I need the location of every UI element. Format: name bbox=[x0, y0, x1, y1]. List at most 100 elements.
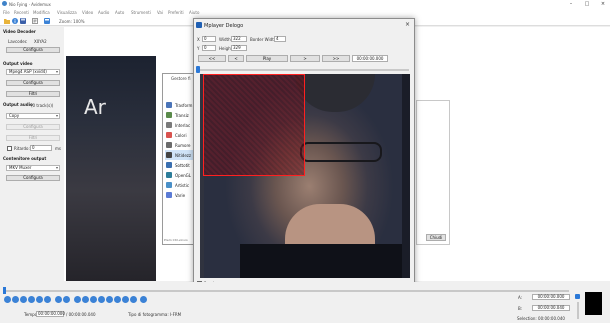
audio-output-title: Output audio bbox=[3, 102, 33, 107]
video-decoder-title: Video Decoder bbox=[3, 29, 36, 34]
transform-icon bbox=[166, 102, 172, 108]
goto-end-icon[interactable] bbox=[82, 296, 89, 303]
menu-audio[interactable]: Audio bbox=[98, 10, 109, 15]
forward-button[interactable]: >> bbox=[322, 55, 350, 62]
delay-checkbox[interactable] bbox=[7, 146, 12, 151]
next-frame-button[interactable]: > bbox=[290, 55, 320, 62]
filter-category-noise[interactable]: Rumore bbox=[165, 140, 195, 150]
calculator-icon[interactable] bbox=[44, 18, 50, 24]
audio-tracks-label: (0 track(s)) bbox=[31, 103, 54, 108]
timeline-thumb[interactable] bbox=[3, 287, 6, 294]
preview-right-edge bbox=[402, 74, 410, 278]
delay-input[interactable]: 0 bbox=[30, 145, 52, 151]
minimize-icon[interactable]: – bbox=[566, 1, 576, 7]
container-select[interactable]: MKV Muxer bbox=[6, 165, 60, 171]
close-icon[interactable]: × bbox=[598, 1, 608, 7]
x-input[interactable]: 0 bbox=[202, 36, 216, 42]
frame-type: Tipo di fotogramma: I-FRM bbox=[128, 312, 182, 317]
audio-codec-select[interactable]: Copy bbox=[6, 113, 60, 119]
menu-recent[interactable]: Recenti bbox=[14, 10, 29, 15]
prev-frame-button[interactable]: < bbox=[228, 55, 244, 62]
rewind-button[interactable]: << bbox=[198, 55, 226, 62]
filter-category-misc[interactable]: Varie bbox=[165, 190, 195, 200]
menu-video[interactable]: Video bbox=[82, 10, 93, 15]
next-black-frame-icon[interactable] bbox=[114, 296, 121, 303]
width-input[interactable]: 322 bbox=[231, 36, 247, 42]
dialog-time-field[interactable]: 00:00:00.000 bbox=[352, 55, 388, 62]
open-file-icon[interactable] bbox=[4, 18, 10, 24]
filter-category-colors[interactable]: Colori bbox=[165, 130, 195, 140]
timeline-slider[interactable] bbox=[4, 290, 569, 292]
delogo-region[interactable] bbox=[203, 74, 305, 176]
filter-category-artistic[interactable]: Artistic bbox=[165, 180, 195, 190]
decoder-label: Lavcodec bbox=[8, 39, 27, 44]
container-title: Contenitore output bbox=[3, 156, 47, 161]
video-filters-button[interactable]: Filtri bbox=[6, 91, 60, 97]
set-marker-b-icon[interactable] bbox=[63, 296, 70, 303]
dialog-seek-thumb[interactable] bbox=[196, 66, 200, 73]
prev-black-frame-icon[interactable] bbox=[106, 296, 113, 303]
menu-help[interactable]: Aiuto bbox=[189, 10, 199, 15]
play-button[interactable]: Play bbox=[246, 55, 288, 62]
marker-b-field[interactable]: 00:00:00.040 bbox=[532, 305, 570, 311]
script-icon[interactable] bbox=[32, 18, 38, 24]
delay-label: Ritardo: bbox=[14, 146, 30, 151]
main-video-frame bbox=[66, 56, 156, 281]
goto-start-icon[interactable] bbox=[74, 296, 81, 303]
volume-icon[interactable] bbox=[575, 294, 580, 299]
noise-icon bbox=[166, 142, 172, 148]
filter-manager-right-panel bbox=[416, 100, 450, 245]
dialog-seek-slider[interactable] bbox=[199, 69, 409, 71]
goto-marker-a-icon[interactable] bbox=[90, 296, 97, 303]
next-cut-icon[interactable] bbox=[130, 296, 137, 303]
save-icon[interactable] bbox=[20, 18, 26, 24]
next-frame-icon[interactable] bbox=[28, 296, 35, 303]
border-width-label: Border Width bbox=[250, 37, 277, 42]
artistic-icon bbox=[166, 182, 172, 188]
menu-goto[interactable]: Vai bbox=[157, 10, 163, 15]
border-width-input[interactable]: 4 bbox=[274, 36, 286, 42]
volume-slider[interactable] bbox=[577, 302, 579, 319]
dialog-title: Mplayer Delogo bbox=[204, 23, 244, 29]
video-codec-select[interactable]: Mpeg4 ASP (xvid4) bbox=[6, 69, 60, 75]
audio-configure-button[interactable]: Configura bbox=[6, 124, 60, 130]
filter-category-transition[interactable]: Transiz bbox=[165, 110, 195, 120]
avidemux-window: Nio Fying · Avidemux – □ × File Recenti … bbox=[0, 0, 610, 323]
filter-category-interlace[interactable]: Interlac bbox=[165, 120, 195, 130]
menu-file[interactable]: File bbox=[3, 10, 10, 15]
extra-icon[interactable] bbox=[140, 296, 147, 303]
stop-icon[interactable] bbox=[12, 296, 19, 303]
maximize-icon[interactable]: □ bbox=[582, 1, 592, 7]
menu-auto[interactable]: Auto bbox=[115, 10, 124, 15]
prev-cut-icon[interactable] bbox=[122, 296, 129, 303]
decoder-configure-button[interactable]: Configura bbox=[6, 47, 60, 53]
menu-favorites[interactable]: Preferiti bbox=[168, 10, 184, 15]
marker-a-field[interactable]: 00:00:00.000 bbox=[532, 294, 570, 300]
filter-category-transform[interactable]: Trasform bbox=[165, 100, 195, 110]
height-input[interactable]: 329 bbox=[231, 45, 247, 51]
filter-category-opengl[interactable]: OpenGL bbox=[165, 170, 195, 180]
menu-view[interactable]: Visualizza bbox=[57, 10, 77, 15]
filter-manager-hint: Prem Ctrl+Invio bbox=[164, 238, 188, 242]
container-configure-button[interactable]: Configura bbox=[6, 175, 60, 181]
menu-edit[interactable]: Modifica bbox=[33, 10, 50, 15]
filter-category-sharpness[interactable]: Nitidezz bbox=[165, 150, 195, 160]
y-input[interactable]: 0 bbox=[202, 45, 216, 51]
video-configure-button[interactable]: Configura bbox=[6, 80, 60, 86]
filter-manager-close-button[interactable]: Chiudi bbox=[426, 234, 446, 241]
info-icon[interactable] bbox=[12, 18, 18, 24]
prev-keyframe-icon[interactable] bbox=[36, 296, 43, 303]
next-keyframe-icon[interactable] bbox=[44, 296, 51, 303]
colors-icon bbox=[166, 132, 172, 138]
goto-marker-b-icon[interactable] bbox=[98, 296, 105, 303]
menu-tools[interactable]: Strumenti bbox=[131, 10, 151, 15]
play-icon[interactable] bbox=[4, 296, 11, 303]
filter-category-subtitles[interactable]: Sottotit bbox=[165, 160, 195, 170]
zoom-label: Zoom: 100% bbox=[59, 19, 85, 24]
current-time-field[interactable]: 00:00:00.000 bbox=[36, 311, 65, 317]
selection-label: Selection: 00:00:00.040 bbox=[517, 316, 565, 321]
prev-frame-icon[interactable] bbox=[20, 296, 27, 303]
dialog-close-icon[interactable]: × bbox=[405, 21, 410, 28]
audio-filters-button[interactable]: Filtri bbox=[6, 135, 60, 141]
set-marker-a-icon[interactable] bbox=[55, 296, 62, 303]
